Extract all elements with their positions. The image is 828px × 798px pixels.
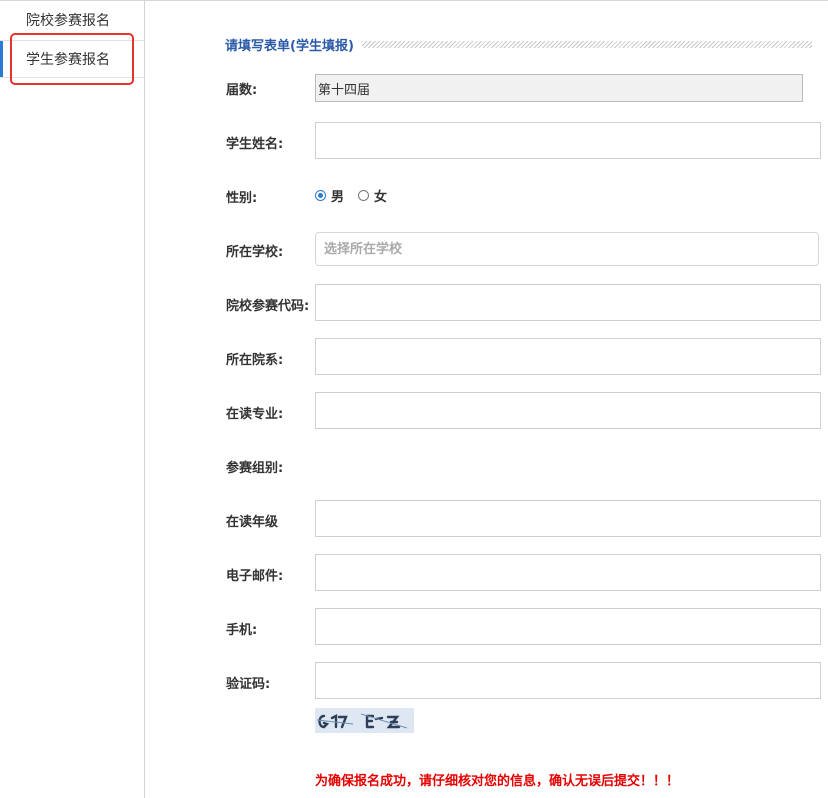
school-code-label: 院校参赛代码: — [226, 299, 310, 314]
school-select[interactable] — [315, 232, 819, 266]
gender-radio-group: 男 女 — [315, 186, 401, 205]
group-label: 参赛组别: — [226, 461, 284, 476]
captcha-glyphs-icon — [316, 713, 408, 729]
school-code-input[interactable] — [315, 284, 821, 321]
student-name-label: 学生姓名: — [226, 137, 284, 152]
gender-female-label[interactable]: 女 — [374, 186, 387, 205]
captcha-image[interactable] — [315, 708, 414, 733]
major-input[interactable] — [315, 392, 821, 429]
captcha-label: 验证码: — [226, 677, 271, 692]
gender-female-radio[interactable] — [358, 190, 370, 201]
warning-notice: 为确保报名成功，请仔细核对您的信息，确认无误后提交！！！ — [315, 774, 680, 789]
sidebar: 院校参赛报名 学生参赛报名 — [0, 1, 145, 798]
major-label: 在读专业: — [226, 407, 284, 422]
active-indicator — [0, 41, 3, 77]
grade-label: 在读年级 — [226, 515, 279, 530]
phone-label: 手机: — [226, 623, 258, 638]
title-decoration — [361, 41, 812, 48]
session-field[interactable] — [315, 74, 803, 102]
department-label: 所在院系: — [226, 353, 284, 368]
gender-label: 性别: — [226, 191, 258, 206]
gender-male-radio[interactable] — [315, 190, 326, 201]
student-name-input[interactable] — [315, 122, 821, 159]
department-input[interactable] — [315, 338, 821, 375]
session-label: 届数: — [226, 83, 258, 98]
gender-male-label[interactable]: 男 — [331, 186, 344, 205]
sidebar-item-label: 院校参赛报名 — [26, 13, 110, 29]
school-label: 所在学校: — [226, 245, 284, 260]
form-title-text: 请填写表单(学生填报) — [225, 39, 354, 54]
phone-input[interactable] — [315, 608, 821, 645]
form-title: 请填写表单(学生填报) — [225, 35, 812, 54]
email-input[interactable] — [315, 554, 821, 591]
grade-input[interactable] — [315, 500, 821, 537]
email-label: 电子邮件: — [226, 569, 284, 584]
captcha-input[interactable] — [315, 662, 821, 699]
highlight-annotation-box — [10, 33, 134, 85]
